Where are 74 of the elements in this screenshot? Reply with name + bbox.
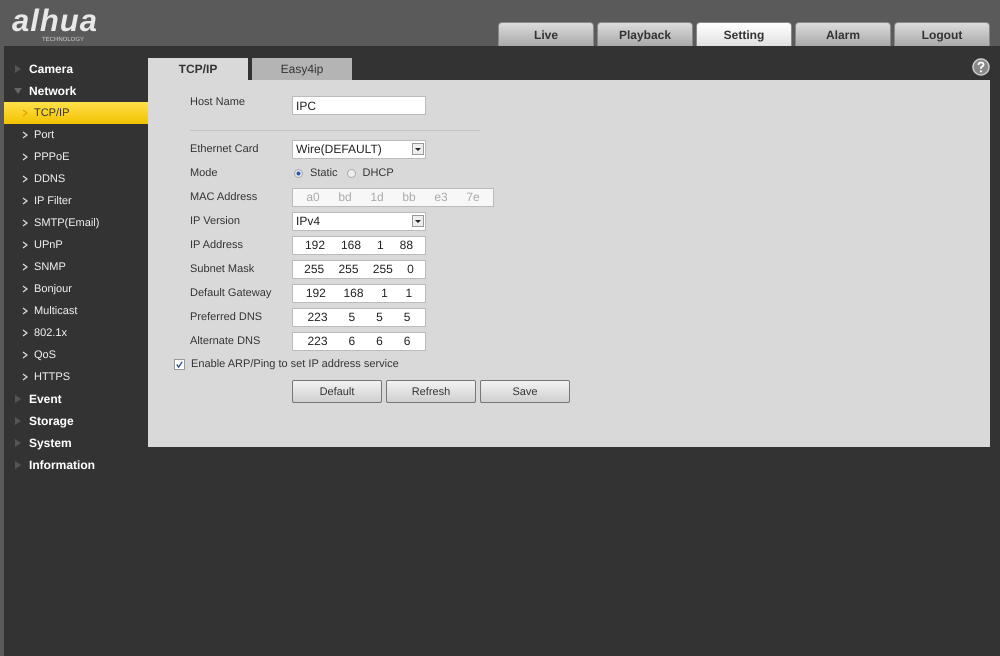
field-label: Mode xyxy=(190,167,219,179)
nav-tab[interactable]: Alarm xyxy=(795,22,891,46)
sidebar-subitem[interactable]: Bonjour xyxy=(4,278,148,300)
form-button[interactable]: Default xyxy=(292,380,382,403)
sidebar-subitem[interactable]: 802.1x xyxy=(4,322,148,344)
select-field[interactable]: Wire(DEFAULT) xyxy=(292,140,426,158)
collapsed-arrow-icon xyxy=(14,417,22,425)
content-tab[interactable]: Easy4ip xyxy=(252,58,352,80)
sidebar-item[interactable]: Camera xyxy=(4,58,148,80)
field-label: Ethernet Card xyxy=(190,143,260,155)
sidebar-subitem[interactable]: Port xyxy=(4,124,148,146)
collapsed-arrow-icon xyxy=(14,65,22,73)
chevron-icon xyxy=(22,219,28,227)
ip-address-field[interactable]: 192 168 1 1 xyxy=(292,284,426,302)
ip-address-field[interactable]: 255 255 255 0 xyxy=(292,260,426,278)
checkbox-label: Enable ARP/Ping to set IP address service xyxy=(191,358,399,370)
chevron-icon xyxy=(22,263,28,271)
chevron-icon xyxy=(22,197,28,205)
field-label: Default Gateway xyxy=(190,287,272,299)
ip-address-field[interactable]: 192 168 1 88 xyxy=(292,236,426,254)
sidebar-subitem[interactable]: DDNS xyxy=(4,168,148,190)
field-label: Preferred DNS xyxy=(190,311,264,323)
field-label: IP Address xyxy=(190,239,244,251)
sidebar-subitem[interactable]: HTTPS xyxy=(4,366,148,388)
sidebar-subitem[interactable]: SNMP xyxy=(4,256,148,278)
field-label: Alternate DNS xyxy=(190,335,262,347)
chevron-icon xyxy=(22,109,28,117)
sidebar-subitem[interactable]: QoS xyxy=(4,344,148,366)
sidebar-item[interactable]: Storage xyxy=(4,410,148,432)
chevron-icon xyxy=(22,373,28,381)
select-field[interactable]: IPv4 xyxy=(292,212,426,230)
chevron-icon xyxy=(22,351,28,359)
sidebar-subitem[interactable]: Multicast xyxy=(4,300,148,322)
sidebar-item[interactable]: System xyxy=(4,432,148,454)
chevron-icon xyxy=(22,153,28,161)
checkbox[interactable] xyxy=(174,358,185,370)
help-icon[interactable] xyxy=(972,58,990,76)
nav-tab[interactable]: Logout xyxy=(894,22,990,46)
sidebar-subitem[interactable]: SMTP(Email) xyxy=(4,212,148,234)
radio-label: Static xyxy=(310,167,338,179)
radio-label: DHCP xyxy=(362,167,394,179)
form-button[interactable]: Save xyxy=(480,380,570,403)
chevron-icon xyxy=(22,329,28,337)
form-button[interactable]: Refresh xyxy=(386,380,476,403)
nav-tab[interactable]: Live xyxy=(498,22,594,46)
checkmark-icon xyxy=(175,360,184,368)
chevron-icon xyxy=(22,241,28,249)
ip-address-field[interactable]: 223 6 6 6 xyxy=(292,332,426,350)
text-field[interactable]: IPC xyxy=(292,96,426,115)
radio-button[interactable] xyxy=(346,168,356,178)
sidebar-item[interactable]: Event xyxy=(4,388,148,410)
radio-button[interactable] xyxy=(294,168,303,178)
collapsed-arrow-icon xyxy=(14,395,22,403)
field-label: IP Version xyxy=(190,215,241,227)
collapsed-arrow-icon xyxy=(14,439,22,447)
field-label: Host Name xyxy=(190,96,246,108)
content-tab[interactable]: TCP/IP xyxy=(148,58,248,80)
chevron-icon xyxy=(22,131,28,139)
field-label: MAC Address xyxy=(190,191,258,203)
ip-address-field[interactable]: 223 5 5 5 xyxy=(292,308,426,326)
field-label: Subnet Mask xyxy=(190,263,256,275)
nav-tab[interactable]: Setting xyxy=(696,22,792,46)
sidebar-subitem[interactable]: PPPoE xyxy=(4,146,148,168)
chevron-icon xyxy=(22,285,28,293)
collapsed-arrow-icon xyxy=(14,461,22,469)
sidebar-item[interactable]: Information xyxy=(4,454,148,476)
expanded-arrow-icon xyxy=(14,87,22,95)
sidebar-subitem[interactable]: IP Filter xyxy=(4,190,148,212)
nav-tab[interactable]: Playback xyxy=(597,22,693,46)
sidebar-subitem[interactable]: TCP/IP xyxy=(4,102,148,124)
chevron-icon xyxy=(22,307,28,315)
sidebar-subitem[interactable]: UPnP xyxy=(4,234,148,256)
sidebar-item[interactable]: Network xyxy=(4,80,148,102)
chevron-icon xyxy=(22,175,28,183)
